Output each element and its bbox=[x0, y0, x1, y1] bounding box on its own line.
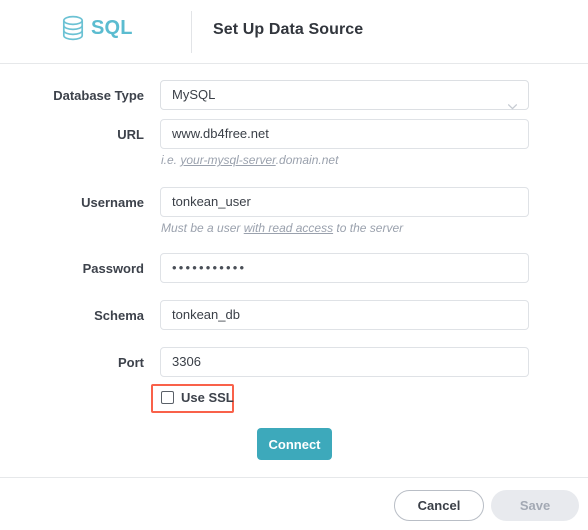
input-password[interactable]: ••••••••••• bbox=[160, 253, 529, 283]
select-database-type[interactable]: MySQL bbox=[160, 80, 529, 110]
label-url: URL bbox=[117, 127, 144, 142]
input-url[interactable]: www.db4free.net bbox=[160, 119, 529, 149]
page-title: Set Up Data Source bbox=[213, 21, 364, 38]
hint-username: Must be a user with read access to the s… bbox=[161, 221, 403, 235]
input-url-value: www.db4free.net bbox=[172, 126, 269, 141]
hint-username-suffix: to the server bbox=[333, 221, 404, 235]
form-body: Database Type MySQL URL www.db4free.net … bbox=[0, 64, 588, 477]
label-port: Port bbox=[118, 355, 144, 370]
input-port-value: 3306 bbox=[172, 354, 201, 369]
header-divider bbox=[191, 11, 192, 53]
setup-data-source-dialog: SQL Set Up Data Source Database Type MyS… bbox=[0, 0, 588, 530]
label-schema: Schema bbox=[94, 308, 144, 323]
hint-url: i.e. your-mysql-server.domain.net bbox=[161, 153, 338, 167]
chevron-down-icon bbox=[507, 92, 518, 110]
checkbox-icon[interactable] bbox=[161, 391, 174, 404]
cancel-button[interactable]: Cancel bbox=[394, 490, 484, 521]
hint-url-prefix: i.e. bbox=[161, 153, 181, 167]
label-username: Username bbox=[81, 195, 144, 210]
sql-logo-text: SQL bbox=[91, 17, 133, 39]
hint-username-prefix: Must be a user bbox=[161, 221, 244, 235]
use-ssl-checkbox-group[interactable]: Use SSL bbox=[161, 391, 234, 404]
select-database-type-value: MySQL bbox=[172, 87, 216, 102]
use-ssl-label: Use SSL bbox=[181, 390, 234, 405]
input-schema-value: tonkean_db bbox=[172, 307, 240, 322]
dialog-header: SQL Set Up Data Source bbox=[0, 0, 588, 64]
input-schema[interactable]: tonkean_db bbox=[160, 300, 529, 330]
sql-logo: SQL bbox=[62, 15, 133, 41]
dialog-footer: Cancel Save bbox=[0, 477, 588, 530]
save-button[interactable]: Save bbox=[491, 490, 579, 521]
hint-username-underlined: with read access bbox=[243, 221, 334, 235]
hint-url-underlined: your-mysql-server bbox=[180, 153, 276, 167]
input-port[interactable]: 3306 bbox=[160, 347, 529, 377]
label-password: Password bbox=[82, 261, 144, 276]
input-username-value: tonkean_user bbox=[172, 194, 251, 209]
input-username[interactable]: tonkean_user bbox=[160, 187, 529, 217]
label-database-type: Database Type bbox=[53, 88, 144, 103]
connect-button[interactable]: Connect bbox=[257, 428, 332, 460]
database-cylinder-icon bbox=[62, 15, 84, 41]
input-password-value: ••••••••••• bbox=[172, 260, 247, 275]
hint-url-suffix: .domain.net bbox=[275, 153, 339, 167]
